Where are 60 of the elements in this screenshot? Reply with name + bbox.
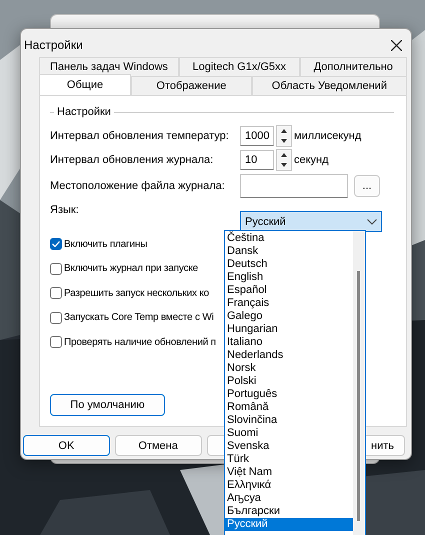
list-item[interactable]: Svenska <box>225 440 353 453</box>
checkbox[interactable] <box>50 312 62 324</box>
field-label: Язык: <box>50 203 80 216</box>
list-item[interactable]: Аҧсуа <box>225 492 353 505</box>
list-item[interactable]: Hungarian <box>225 323 353 336</box>
checkbox[interactable] <box>50 262 62 275</box>
tab[interactable]: Logitech G1x/G5xx <box>178 57 300 76</box>
list-item[interactable]: Български <box>225 505 353 518</box>
field-label: Интервал обновления температур: <box>50 130 230 142</box>
scrollbar[interactable] <box>353 231 365 535</box>
language-dropdown[interactable]: Русский <box>240 211 382 232</box>
list-item[interactable]: Việt Nam <box>225 466 353 479</box>
list-item[interactable]: Norsk <box>225 362 353 375</box>
tab[interactable]: Отображение <box>131 76 252 95</box>
close-icon <box>390 40 402 50</box>
list-item[interactable]: Polski <box>225 375 353 388</box>
unit-label: секунд <box>294 154 329 166</box>
window-title: Настройки <box>24 38 83 52</box>
list-item[interactable]: Galego <box>225 310 353 323</box>
list-item[interactable]: Dansk <box>225 245 353 258</box>
list-item[interactable]: Türk <box>225 453 353 466</box>
tab[interactable]: Панель задач Windows <box>39 57 179 76</box>
checkbox[interactable] <box>50 238 62 250</box>
list-item[interactable]: Slovinčina <box>225 414 353 427</box>
input-field[interactable]: 10 <box>240 150 274 170</box>
input-field[interactable]: 1000 <box>240 126 274 146</box>
list-item[interactable]: Italiano <box>225 336 353 349</box>
spinner-arrows-icon[interactable] <box>276 125 292 147</box>
group-title: Настройки <box>57 106 111 118</box>
list-item[interactable]: Français <box>225 297 353 310</box>
checkbox-label: Разрешить запуск нескольких ко <box>64 288 210 299</box>
field-label: Местоположение файла журнала: <box>50 180 226 192</box>
list-item[interactable]: Ελληνικά <box>225 479 353 492</box>
dialog-button[interactable]: OK <box>23 435 110 456</box>
browse-button[interactable]: ... <box>354 175 380 197</box>
input-field[interactable] <box>240 174 348 198</box>
checkbox-label: Включить журнал при запуске <box>64 263 198 274</box>
spinner-arrows-icon[interactable] <box>276 149 292 171</box>
tab[interactable]: Дополнительно <box>300 57 407 76</box>
list-item[interactable]: Deutsch <box>225 258 353 271</box>
checkbox-label: Проверять наличие обновлений п <box>64 336 216 348</box>
field-label: Интервал обновления журнала: <box>50 154 214 166</box>
checkbox-label: Запускать Core Temp вместе с Wi <box>64 312 214 324</box>
list-item[interactable]: Română <box>225 401 353 414</box>
dialog-button[interactable]: Отмена <box>114 435 202 456</box>
unit-label: миллисекунд <box>294 130 362 142</box>
list-item[interactable]: English <box>225 271 353 284</box>
tab[interactable]: Общие <box>39 74 132 95</box>
list-item[interactable]: Čeština <box>225 232 353 245</box>
list-item[interactable]: Português <box>225 388 353 401</box>
checkbox[interactable] <box>50 336 62 348</box>
list-item[interactable]: Nederlands <box>225 349 353 362</box>
list-item[interactable]: Русский <box>225 518 353 531</box>
tab[interactable]: Область Уведомлений <box>252 76 407 95</box>
list-item[interactable]: Suomi <box>225 427 353 440</box>
chevron-down-icon <box>367 218 377 224</box>
checkbox[interactable] <box>50 287 62 300</box>
default-button[interactable]: По умолчанию <box>50 394 165 416</box>
list-item[interactable]: Español <box>225 284 353 297</box>
checkbox-label: Включить плагины <box>64 238 148 250</box>
